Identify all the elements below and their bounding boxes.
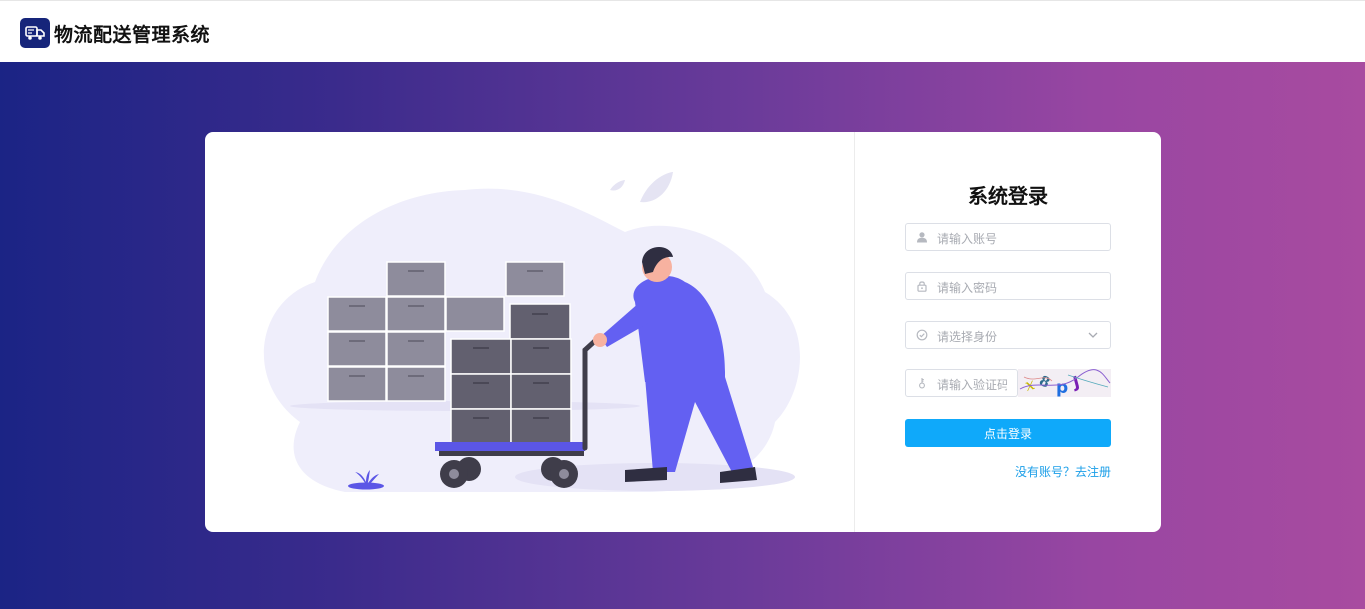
chevron-down-icon[interactable] (1088, 330, 1098, 340)
role-placeholder: 请选择身份 (937, 330, 998, 344)
captcha-image[interactable]: x 8 p J (1018, 369, 1111, 397)
app-title: 物流配送管理系统 (54, 24, 211, 46)
card-divider (854, 132, 855, 532)
user-icon (917, 232, 927, 243)
role-select[interactable]: 请选择身份 (905, 321, 1111, 349)
captcha-placeholder: 请输入验证码 (937, 378, 1007, 392)
username-placeholder: 请输入账号 (937, 232, 998, 246)
svg-text:8: 8 (1037, 373, 1053, 392)
captcha-input[interactable]: 请输入验证码 (905, 369, 1018, 397)
top-header: 物流配送管理系统 (0, 0, 1365, 62)
password-input[interactable]: 请输入密码 (905, 272, 1111, 300)
login-title: 系统登录 (968, 184, 1048, 208)
key-icon (919, 378, 925, 389)
password-placeholder: 请输入密码 (937, 281, 998, 295)
svg-text:p: p (1056, 378, 1068, 397)
register-link[interactable]: 没有账号？去注册 (905, 463, 1111, 480)
username-input[interactable]: 请输入账号 (905, 223, 1111, 251)
delivery-illustration (263, 172, 800, 493)
login-button[interactable]: 点击登录 (905, 419, 1111, 447)
lock-icon (917, 281, 927, 292)
check-circle-icon (916, 329, 928, 341)
truck-icon (20, 18, 50, 48)
login-card: 系统登录 请输入账号 请输入密码 请选择身份 请输入验证码 x 8 p J 点击… (205, 132, 1161, 532)
